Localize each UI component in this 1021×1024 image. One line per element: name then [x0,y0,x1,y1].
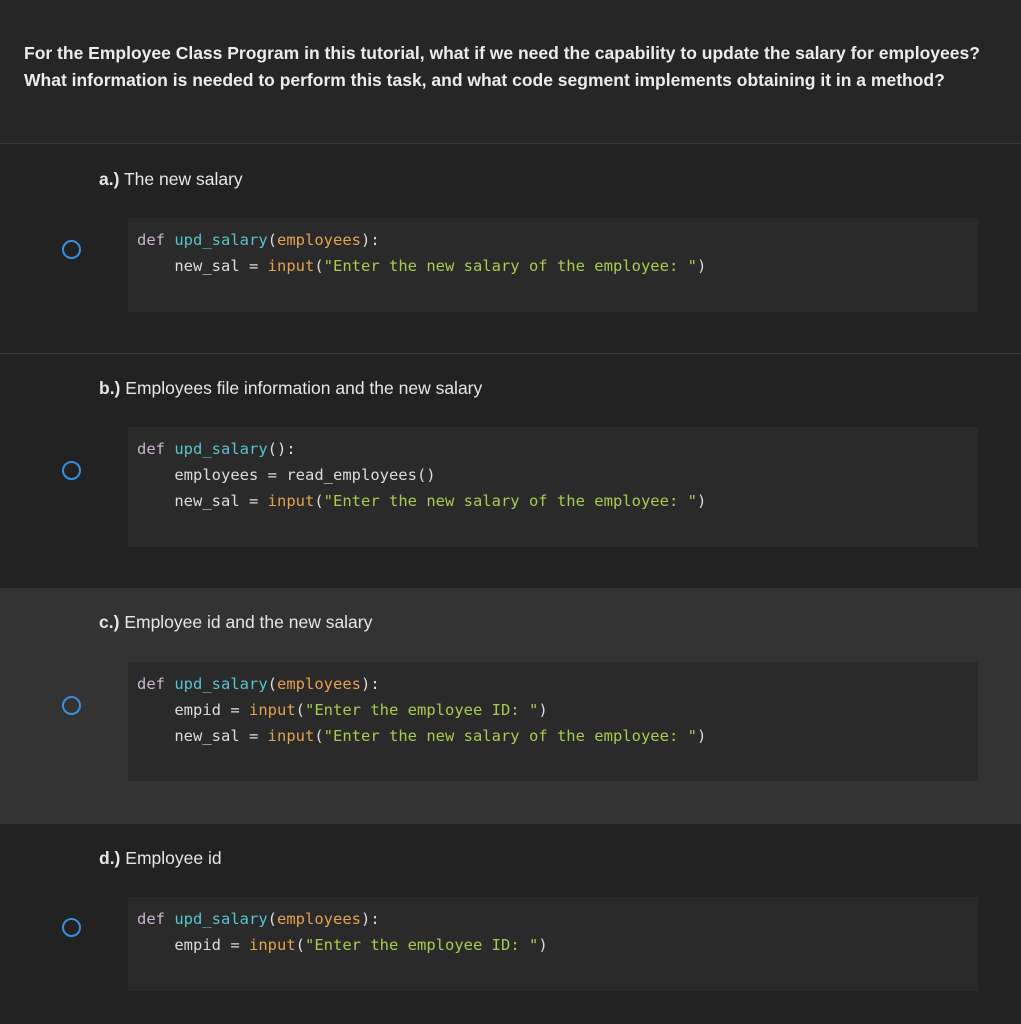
code-string: "Enter the new salary of the employee: " [323,727,697,745]
code-punct: ( [267,675,278,693]
code-call: read_employees() [286,466,436,484]
code-function-name: upd_salary [174,910,268,928]
code-punct: ) [696,727,707,745]
code-op: = [239,727,268,745]
option-letter: d.) [99,848,121,868]
code-param: employees [277,910,362,928]
code-block: def upd_salary(): employees = read_emplo… [128,427,978,547]
code-function-name: upd_salary [174,440,268,458]
option-letter: b.) [99,378,121,398]
code-punct: ): [277,440,296,458]
option-text: Employees file information and the new s… [125,378,483,398]
code-block: def upd_salary(employees): empid = input… [128,662,978,781]
code-function-name: upd_salary [174,231,268,249]
code-param: employees [277,675,362,693]
question-text: For the Employee Class Program in this t… [24,40,980,94]
option-b[interactable]: b.) Employees file information and the n… [0,354,1021,588]
code-op: = [239,492,268,510]
code-punct: ) [696,257,707,275]
code-punct: ): [361,675,380,693]
option-label: b.) Employees file information and the n… [99,378,482,399]
radio-button-b[interactable] [62,461,81,480]
code-op: = [239,257,268,275]
option-a[interactable]: a.) The new salary def upd_salary(employ… [0,145,1021,354]
code-block: def upd_salary(employees): empid = input… [128,897,978,991]
option-label: d.) Employee id [99,848,222,869]
code-punct: ( [314,257,324,275]
code-punct: ( [267,440,278,458]
code-punct: ) [538,701,548,719]
code-var: employees [174,466,259,484]
code-builtin: input [249,936,296,954]
code-keyword: def [137,440,165,458]
code-builtin: input [267,492,315,510]
code-punct: ( [267,231,278,249]
option-letter: c.) [99,612,120,632]
radio-button-a[interactable] [62,240,81,259]
question-line-2: What information is needed to perform th… [24,70,945,90]
code-punct: ( [295,701,306,719]
option-c[interactable]: c.) Employee id and the new salary def u… [0,588,1021,824]
option-text: Employee id and the new salary [124,612,373,632]
code-block: def upd_salary(employees): new_sal = inp… [128,218,978,312]
code-punct: ): [361,910,380,928]
code-function-name: upd_salary [174,675,268,693]
option-label: c.) Employee id and the new salary [99,612,372,633]
radio-button-d[interactable] [62,918,81,937]
code-string: "Enter the employee ID: " [305,701,539,719]
code-string: "Enter the new salary of the employee: " [323,257,697,275]
question-line-1: For the Employee Class Program in this t… [24,43,980,63]
code-var: new_sal [174,257,240,275]
code-builtin: input [267,727,315,745]
code-var: new_sal [174,492,240,510]
option-text: Employee id [125,848,222,868]
option-text: The new salary [123,169,243,189]
code-punct: ( [267,910,278,928]
option-letter: a.) [99,169,120,189]
code-op: = [221,701,249,719]
code-punct: ( [314,492,324,510]
question-header: For the Employee Class Program in this t… [0,0,1021,144]
code-keyword: def [137,231,165,249]
code-keyword: def [137,910,165,928]
code-punct: ) [696,492,707,510]
code-var: empid [174,701,221,719]
code-string: "Enter the employee ID: " [305,936,539,954]
code-punct: ) [538,936,548,954]
code-var: new_sal [174,727,240,745]
code-punct: ( [314,727,324,745]
code-var: empid [174,936,221,954]
code-op: = [258,466,287,484]
option-d[interactable]: d.) Employee id def upd_salary(employees… [0,824,1021,1024]
radio-button-c[interactable] [62,696,81,715]
code-keyword: def [137,675,165,693]
code-op: = [221,936,249,954]
option-label: a.) The new salary [99,169,243,190]
code-punct: ( [295,936,306,954]
code-string: "Enter the new salary of the employee: " [323,492,697,510]
code-punct: ): [361,231,380,249]
code-builtin: input [267,257,315,275]
code-param: employees [277,231,362,249]
code-builtin: input [249,701,296,719]
